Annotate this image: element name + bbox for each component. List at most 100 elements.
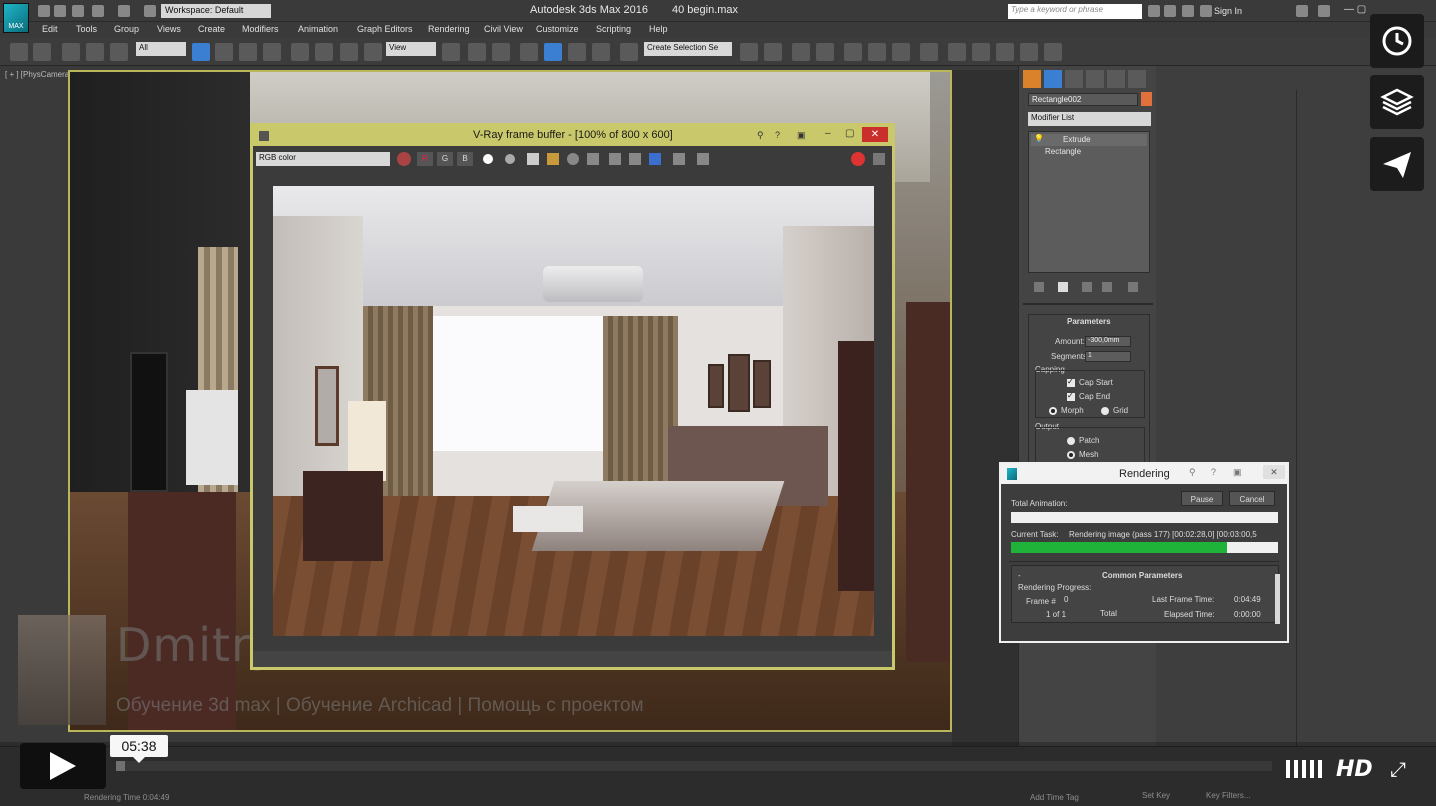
undo-icon[interactable] [92, 5, 104, 17]
menu-animation[interactable]: Animation [298, 24, 338, 34]
link-icon[interactable] [62, 43, 80, 61]
collections-button[interactable] [1370, 75, 1424, 129]
move-icon[interactable] [291, 43, 309, 61]
menu-views[interactable]: Views [157, 24, 181, 34]
show-end-result-icon[interactable] [1058, 282, 1068, 292]
menu-customize[interactable]: Customize [536, 24, 579, 34]
vfb-restore-icon[interactable]: ▣ [797, 130, 807, 140]
hierarchy-tab-icon[interactable] [1065, 70, 1083, 88]
open-file-icon[interactable] [54, 5, 66, 17]
favorites-star-icon[interactable] [1182, 5, 1194, 17]
select-manipulate-icon[interactable] [468, 43, 486, 61]
named-selection-select[interactable]: Create Selection Se [644, 42, 732, 56]
vfb-green-channel-button[interactable]: G [437, 152, 453, 166]
dialog-scrollbar[interactable] [1275, 574, 1280, 624]
angle-snap-icon[interactable] [544, 43, 562, 61]
video-progress-track[interactable] [116, 761, 1272, 771]
edit-named-selection-icon[interactable] [620, 43, 638, 61]
vfb-mono-icon[interactable] [505, 154, 515, 164]
save-file-icon[interactable] [72, 5, 84, 17]
menu-create[interactable]: Create [198, 24, 225, 34]
redo-icon[interactable] [118, 5, 130, 17]
selection-filter-select[interactable]: All [136, 42, 186, 56]
keyboard-shortcut-icon[interactable] [492, 43, 510, 61]
sign-in-link[interactable]: Sign In [1214, 6, 1242, 16]
pin-stack-icon[interactable] [1034, 282, 1044, 292]
vfb-maximize-icon[interactable]: ▢ [845, 128, 859, 140]
vfb-red-channel-button[interactable]: R [417, 152, 433, 166]
rendering-dialog-title-bar[interactable]: Rendering ⚲ ? ▣ ✕ [1001, 464, 1287, 484]
rollout-toggle-icon[interactable]: - [1018, 571, 1021, 580]
mesh-radio[interactable] [1067, 451, 1075, 459]
cancel-button[interactable]: Cancel [1229, 491, 1275, 506]
workspace-select[interactable]: Workspace: Default [161, 4, 271, 18]
redo-icon[interactable] [33, 43, 51, 61]
pivot-center-icon[interactable] [442, 43, 460, 61]
layers-icon[interactable] [816, 43, 834, 61]
volume-icon[interactable] [1286, 760, 1322, 778]
vfb-title-bar[interactable]: V-Ray frame buffer - [100% of 800 x 600]… [253, 126, 892, 146]
common-parameters-title[interactable]: Common Parameters [1102, 571, 1182, 580]
schematic-view-icon[interactable] [892, 43, 910, 61]
vfb-help-icon[interactable]: ? [775, 130, 785, 140]
help-icon[interactable] [1318, 5, 1330, 17]
graphite-ribbon-icon[interactable] [844, 43, 862, 61]
stack-item-extrude[interactable]: 💡 Extrude [1031, 134, 1147, 146]
snaps-toggle-icon[interactable] [520, 43, 538, 61]
vfb-track-mouse-icon[interactable] [609, 153, 621, 165]
vfb-blue-channel-button[interactable]: B [457, 152, 473, 166]
vfb-save-icon[interactable] [527, 153, 539, 165]
new-file-icon[interactable] [38, 5, 50, 17]
utilities-tab-icon[interactable] [1128, 70, 1146, 88]
menu-edit[interactable]: Edit [42, 24, 58, 34]
modify-tab-icon[interactable] [1044, 70, 1062, 88]
select-by-name-icon[interactable] [215, 43, 233, 61]
pause-button[interactable]: Pause [1181, 491, 1223, 506]
rendered-frame-window-icon[interactable] [972, 43, 990, 61]
undo-icon[interactable] [10, 43, 28, 61]
bulb-icon[interactable]: 💡 [1034, 134, 1044, 143]
display-tab-icon[interactable] [1107, 70, 1125, 88]
render-setup-icon[interactable] [948, 43, 966, 61]
rectangular-selection-icon[interactable] [239, 43, 257, 61]
share-button[interactable] [1370, 137, 1424, 191]
percent-snap-icon[interactable] [568, 43, 586, 61]
app-logo[interactable]: MAX [3, 3, 29, 33]
object-name-field[interactable]: Rectangle002 [1028, 93, 1138, 106]
material-editor-icon[interactable] [920, 43, 938, 61]
hd-button[interactable]: HD [1336, 757, 1373, 782]
rollout-title[interactable]: Parameters [1067, 317, 1111, 326]
user-icon[interactable] [1200, 5, 1212, 17]
vfb-clear-icon[interactable] [567, 153, 579, 165]
menu-rendering[interactable]: Rendering [428, 24, 470, 34]
vfb-render-icon[interactable] [873, 153, 885, 165]
grid-radio[interactable] [1101, 407, 1109, 415]
cap-start-checkbox[interactable] [1067, 377, 1075, 387]
vfb-minimize-icon[interactable]: – [825, 128, 839, 140]
vfb-color-icon[interactable] [397, 152, 411, 166]
place-icon[interactable] [364, 43, 382, 61]
segments-spinner[interactable]: 1 [1085, 351, 1131, 362]
vfb-link-viewport-icon[interactable] [649, 153, 661, 165]
vray-frame-buffer-window[interactable]: V-Ray frame buffer - [100% of 800 x 600]… [250, 123, 895, 670]
motion-tab-icon[interactable] [1086, 70, 1104, 88]
search-input[interactable]: Type a keyword or phrase [1008, 4, 1142, 19]
render-iterative-icon[interactable] [1020, 43, 1038, 61]
window-crossing-icon[interactable] [263, 43, 281, 61]
mirror-icon[interactable] [740, 43, 758, 61]
menu-civil-view[interactable]: Civil View [484, 24, 523, 34]
render-production-icon[interactable] [996, 43, 1014, 61]
play-icon[interactable] [50, 752, 76, 780]
layer-explorer-icon[interactable] [792, 43, 810, 61]
vfb-alpha-icon[interactable] [483, 154, 493, 164]
bind-spacewarp-icon[interactable] [110, 43, 128, 61]
binoculars-icon[interactable] [1148, 5, 1160, 17]
menu-tools[interactable]: Tools [76, 24, 97, 34]
menu-modifiers[interactable]: Modifiers [242, 24, 279, 34]
project-folder-icon[interactable] [144, 5, 156, 17]
help-icon[interactable]: ? [1211, 467, 1216, 477]
vfb-history-icon[interactable] [587, 153, 599, 165]
create-tab-icon[interactable] [1023, 70, 1041, 88]
render-activeshade-icon[interactable] [1044, 43, 1062, 61]
communication-center-icon[interactable] [1164, 5, 1176, 17]
